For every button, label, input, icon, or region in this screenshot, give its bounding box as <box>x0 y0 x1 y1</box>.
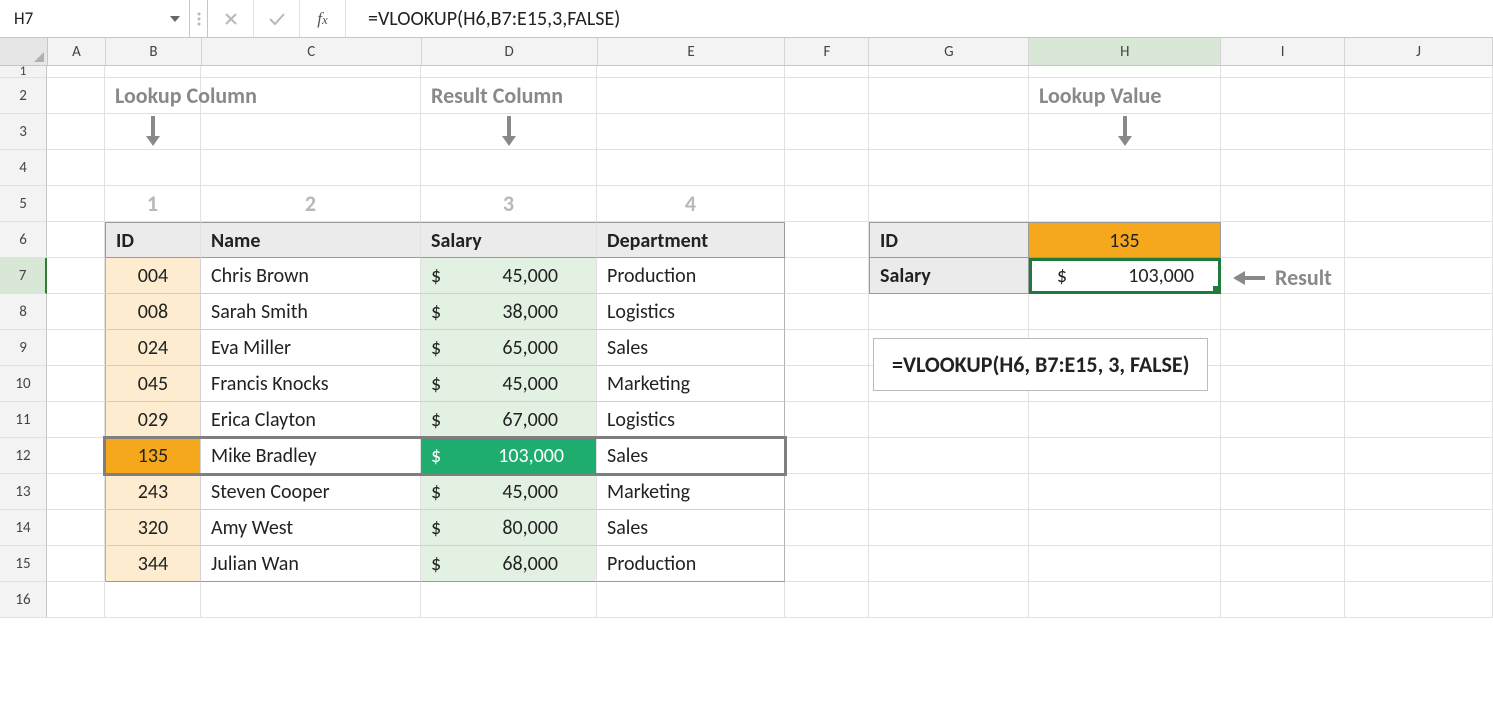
cell-salary-highlighted[interactable]: $103,000 <box>421 438 597 474</box>
cell-dept[interactable]: Marketing <box>597 474 785 510</box>
cell-dept[interactable]: Logistics <box>597 402 785 438</box>
arrow-down-icon <box>421 114 597 150</box>
cell-id[interactable]: 004 <box>105 258 201 294</box>
row-header-2[interactable]: 2 <box>0 78 47 114</box>
cell-name[interactable]: Eva Miller <box>201 330 421 366</box>
cancel-formula-button[interactable] <box>208 0 254 37</box>
col-header-C[interactable]: C <box>202 38 422 65</box>
lookup-salary-label[interactable]: Salary <box>869 258 1029 294</box>
cell-name[interactable]: Amy West <box>201 510 421 546</box>
table-header-dept[interactable]: Department <box>597 222 785 258</box>
col-header-H[interactable]: H <box>1029 38 1221 65</box>
lookup-id-value[interactable]: 135 <box>1029 222 1221 258</box>
row-header-14[interactable]: 14 <box>0 510 47 546</box>
cell-name[interactable]: Sarah Smith <box>201 294 421 330</box>
cell-dept[interactable]: Sales <box>597 330 785 366</box>
row-header-13[interactable]: 13 <box>0 474 47 510</box>
cell-salary[interactable]: $45,000 <box>421 366 597 402</box>
row-header-8[interactable]: 8 <box>0 294 47 330</box>
cell-name[interactable]: Steven Cooper <box>201 474 421 510</box>
row-header-6[interactable]: 6 <box>0 222 47 258</box>
col-header-F[interactable]: F <box>785 38 869 65</box>
col-index-3: 3 <box>421 186 597 222</box>
col-header-G[interactable]: G <box>869 38 1029 65</box>
cell-salary[interactable]: $38,000 <box>421 294 597 330</box>
formula-bar: H7 fx =VLOOKUP(H6,B7:E15,3,FALSE) <box>0 0 1493 38</box>
cell-name[interactable]: Chris Brown <box>201 258 421 294</box>
row-header-1[interactable]: 1 <box>0 66 47 78</box>
name-box[interactable]: H7 <box>0 0 190 37</box>
cell-salary[interactable]: $65,000 <box>421 330 597 366</box>
formula-display-box: =VLOOKUP(H6, B7:E15, 3, FALSE) <box>873 338 1208 391</box>
cell-dept[interactable]: Sales <box>597 510 785 546</box>
col-header-D[interactable]: D <box>422 38 598 65</box>
row-header-9[interactable]: 9 <box>0 330 47 366</box>
cell-salary[interactable]: $68,000 <box>421 546 597 582</box>
cells-area[interactable]: Lookup Column Result Column Lookup Value <box>47 66 1493 618</box>
cell-id[interactable]: 045 <box>105 366 201 402</box>
arrow-down-icon <box>1029 114 1221 150</box>
column-headers: A B C D E F G H I J <box>0 38 1493 66</box>
arrow-down-icon <box>105 114 201 150</box>
cell-dept[interactable]: Production <box>597 546 785 582</box>
row-headers: 1 2 3 4 5 6 7 8 9 10 11 12 13 14 15 16 <box>0 66 47 618</box>
cell-id[interactable]: 024 <box>105 330 201 366</box>
table-header-id[interactable]: ID <box>105 222 201 258</box>
col-index-2: 2 <box>201 186 421 222</box>
cell-salary[interactable]: $45,000 <box>421 258 597 294</box>
cell-salary[interactable]: $67,000 <box>421 402 597 438</box>
row-header-3[interactable]: 3 <box>0 114 47 150</box>
col-index-4: 4 <box>597 186 785 222</box>
cell-salary[interactable]: $45,000 <box>421 474 597 510</box>
active-cell-result[interactable]: $103,000 <box>1029 258 1221 294</box>
row-header-11[interactable]: 11 <box>0 402 47 438</box>
row-header-15[interactable]: 15 <box>0 546 47 582</box>
cell-name[interactable]: Erica Clayton <box>201 402 421 438</box>
insert-function-button[interactable]: fx <box>300 0 346 37</box>
row-header-10[interactable]: 10 <box>0 366 47 402</box>
cell-id[interactable]: 243 <box>105 474 201 510</box>
cell-salary[interactable]: $80,000 <box>421 510 597 546</box>
annotation-lookup-column: Lookup Column <box>105 78 201 114</box>
cell-name[interactable]: Julian Wan <box>201 546 421 582</box>
col-header-B[interactable]: B <box>106 38 202 65</box>
annotation-result-column: Result Column <box>421 78 597 114</box>
cell-dept[interactable]: Production <box>597 258 785 294</box>
col-header-A[interactable]: A <box>48 38 106 65</box>
formula-input[interactable]: =VLOOKUP(H6,B7:E15,3,FALSE) <box>346 7 1493 31</box>
row-header-5[interactable]: 5 <box>0 186 47 222</box>
cell-id[interactable]: 320 <box>105 510 201 546</box>
name-box-dropdown-icon[interactable] <box>167 11 183 27</box>
name-box-ref: H7 <box>14 8 33 29</box>
spreadsheet-grid: 1 2 3 4 5 6 7 8 9 10 11 12 13 14 15 16 L… <box>0 66 1493 618</box>
cell-name[interactable]: Francis Knocks <box>201 366 421 402</box>
table-header-salary[interactable]: Salary <box>421 222 597 258</box>
cell-id[interactable]: 344 <box>105 546 201 582</box>
arrow-left-icon <box>1231 268 1265 288</box>
fx-icon: fx <box>317 9 328 29</box>
select-all-corner[interactable] <box>0 38 48 65</box>
cell-dept[interactable]: Sales <box>597 438 785 474</box>
row-header-4[interactable]: 4 <box>0 150 47 186</box>
cell-id[interactable]: 008 <box>105 294 201 330</box>
col-header-E[interactable]: E <box>598 38 786 65</box>
row-header-12[interactable]: 12 <box>0 438 47 474</box>
col-header-J[interactable]: J <box>1345 38 1493 65</box>
row-header-16[interactable]: 16 <box>0 582 47 618</box>
cell-id[interactable]: 029 <box>105 402 201 438</box>
row-header-7[interactable]: 7 <box>0 258 47 294</box>
cell-id-highlighted[interactable]: 135 <box>105 438 201 474</box>
annotation-lookup-value: Lookup Value <box>1029 78 1221 114</box>
cell-dept[interactable]: Marketing <box>597 366 785 402</box>
annotation-result: Result <box>1231 264 1332 291</box>
col-header-I[interactable]: I <box>1221 38 1345 65</box>
formula-bar-divider <box>190 0 208 37</box>
confirm-formula-button[interactable] <box>254 0 300 37</box>
cell-dept[interactable]: Logistics <box>597 294 785 330</box>
lookup-id-label[interactable]: ID <box>869 222 1029 258</box>
col-index-1: 1 <box>105 186 201 222</box>
cell-name[interactable]: Mike Bradley <box>201 438 421 474</box>
table-header-name[interactable]: Name <box>201 222 421 258</box>
